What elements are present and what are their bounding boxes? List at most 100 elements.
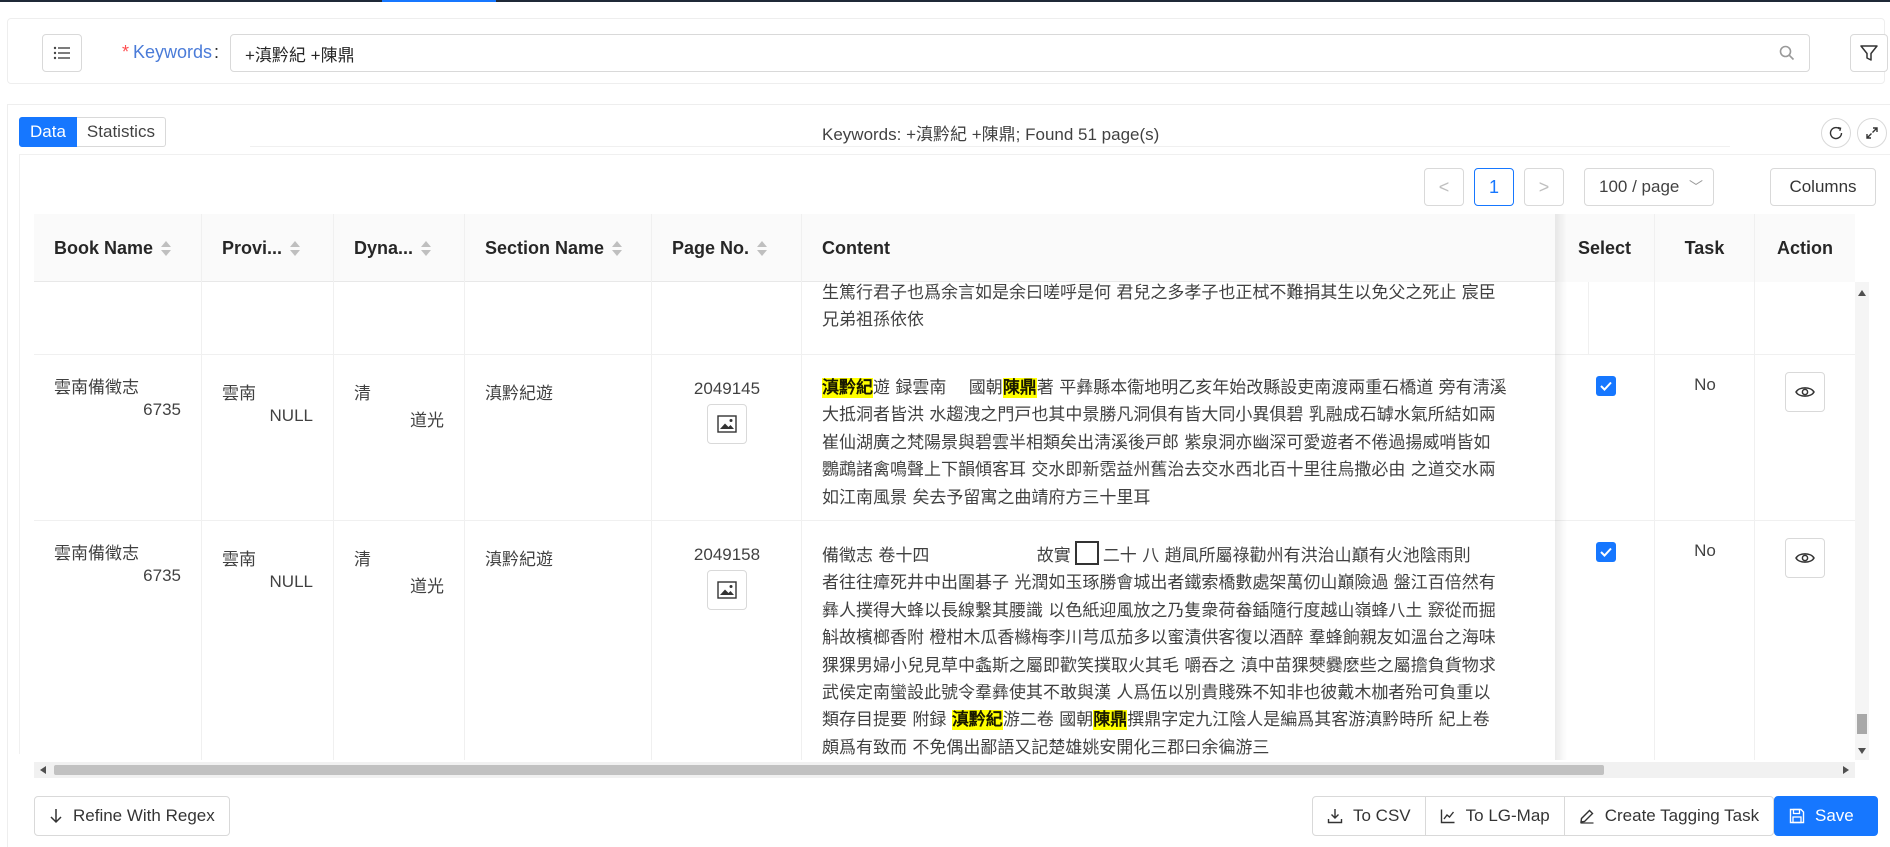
content-line: 備徵志 卷十四 故實 二十 八 趙凬所屬祿勸州有洪治山巔有火池陰雨則 [822, 541, 1582, 570]
content-line: 如江南風景 矣去予留寓之曲靖府方三十里耳 [822, 485, 1582, 512]
fullscreen-button[interactable] [1857, 118, 1887, 148]
content-segment: 武侯定南蠻設此號令羣彝使其不敢與漢 人爲伍以別貴賤殊不知非也彼戴木枷者殆可負重以 [822, 683, 1491, 704]
scroll-right-arrow-icon[interactable] [1843, 766, 1849, 774]
save-label: Save [1815, 806, 1854, 825]
cell-section: 滇黔紀遊 [465, 521, 652, 760]
col-book-name[interactable]: Book Name [34, 214, 202, 282]
col-content-label: Content [822, 238, 890, 258]
reload-button[interactable] [1821, 118, 1851, 148]
horizontal-scroll-thumb[interactable] [54, 765, 1604, 775]
view-button[interactable] [1785, 372, 1825, 412]
to-csv-button[interactable]: To CSV [1312, 796, 1426, 836]
content-segment: 鸚鵡諸禽鳴聲上下韻傾客耳 交水即新霑益州舊治去交水西北百十里往烏撒必由 之道交水… [822, 460, 1496, 481]
content-segment: 備徵志 卷十四 故實 [822, 546, 1071, 566]
content-line: 滇黔紀遊 録雲南 國朝陳鼎著 平彝縣本衞地明乙亥年始改縣設吏南渡兩重石橋道 旁有… [822, 375, 1582, 402]
content-line: 類存目提要 附録 滇黔紀游二卷 國朝陳鼎撰鼎字定九江陰人是編爲其客游滇黔時所 紀… [822, 707, 1582, 734]
refine-regex-button[interactable]: Refine With Regex [34, 796, 230, 836]
col-dynasty[interactable]: Dyna... [334, 214, 465, 282]
sort-icon[interactable] [161, 239, 172, 257]
keywords-label-text: Keywords [133, 42, 213, 62]
view-button[interactable] [1785, 538, 1825, 578]
cell-dynasty: 清 道光 [334, 355, 465, 520]
scroll-left-arrow-icon[interactable] [40, 766, 46, 774]
content-segment: 斛故檳榔香附 橙柑木瓜香櫞梅李川芎瓜茄多以蜜漬供客復以酒醉 羣蜂餉親友如溫台之海… [822, 628, 1496, 649]
col-task: Task [1655, 214, 1755, 282]
sort-icon[interactable] [421, 239, 432, 257]
col-province-label: Provi... [222, 238, 283, 258]
image-icon [717, 581, 737, 599]
eye-icon [1795, 387, 1815, 397]
content-segment: 彝人撲得大蜂以長線繫其腰識 以色紙迎風放之乃隻衆荷畚鍤隨行度越山嶺蜂八土 窾從而… [822, 600, 1496, 621]
col-province[interactable]: Provi... [202, 214, 334, 282]
keywords-input[interactable] [245, 35, 1745, 71]
page-no: 2049158 [693, 545, 761, 564]
reign: 道光 [410, 577, 444, 596]
page-size-select[interactable]: 100 / page ﹀ [1584, 168, 1714, 206]
horizontal-scrollbar[interactable] [34, 762, 1855, 778]
col-page-no-label: Page No. [672, 238, 750, 258]
sort-icon[interactable] [612, 239, 623, 257]
province-sub: NULL [269, 572, 313, 591]
sort-icon[interactable] [757, 239, 768, 257]
chevron-down-icon: ﹀ [1689, 179, 1703, 195]
col-section-name[interactable]: Section Name [465, 214, 652, 282]
keywords-colon: : [214, 42, 220, 62]
view-tabs: Data Statistics [19, 117, 166, 147]
province: 雲南 [222, 384, 256, 403]
vertical-scrollbar[interactable] [1855, 282, 1869, 760]
content-segment: 游二卷 國朝 [1002, 710, 1094, 731]
menu-button[interactable] [42, 34, 82, 72]
filter-button[interactable] [1850, 34, 1888, 72]
select-checkbox[interactable] [1596, 376, 1616, 396]
content-line: 者往往瘴死井中出圍碁子 光潤如玉琢勝會城出者鐵索橋數處架萬仞山巔險過 盤江百倍然… [822, 570, 1582, 597]
book-id: 6735 [143, 400, 181, 419]
scroll-down-arrow-icon[interactable] [1858, 748, 1866, 754]
table-header: Book Name Provi... Dyna... Section Name … [34, 214, 1855, 282]
dynasty: 清 [354, 384, 371, 403]
content-text: 備徵志 卷十四 故實 二十 八 趙凬所屬祿勸州有洪治山巔有火池陰雨則 者往往瘴死井中… [822, 541, 1582, 760]
cell-task: No [1655, 355, 1755, 520]
summary-divider [250, 146, 1730, 147]
content-segment: 頗爲有致而 不免偶出鄙語又記楚雄姚安開化三郡曰余徧游三 [822, 737, 1270, 758]
content-line: 兄弟祖孫依依 [822, 310, 924, 331]
cell-content: 備徵志 卷十四 故實 二十 八 趙凬所屬祿勸州有洪治山巔有火池陰雨則 者往往瘴死井中… [802, 521, 1589, 760]
content-line: 斛故檳榔香附 橙柑木瓜香櫞梅李川芎瓜茄多以蜜漬供客復以酒醉 羣蜂餉親友如溫台之海… [822, 625, 1582, 652]
select-checkbox[interactable] [1596, 542, 1616, 562]
cell-book-name: 雲南備徵志 6735 [34, 355, 202, 520]
content-line: 大抵洞者皆洪 水趨洩之門戸也其中景勝凡洞俱有皆大同小異俱碧 乳融成石罅水氣所結如… [822, 402, 1582, 429]
search-icon[interactable] [1779, 45, 1795, 61]
cell-province [202, 282, 334, 354]
page-image-button[interactable] [707, 404, 747, 444]
prev-page-button[interactable]: < [1424, 168, 1464, 206]
cell-select [1555, 282, 1655, 354]
sort-icon[interactable] [290, 239, 301, 257]
col-select: Select [1555, 214, 1655, 282]
tab-data[interactable]: Data [19, 117, 77, 147]
cell-province: 雲南 NULL [202, 521, 334, 760]
content-line: 鸚鵡諸禽鳴聲上下韻傾客耳 交水即新霑益州舊治去交水西北百十里往烏撒必由 之道交水… [822, 457, 1582, 484]
cell-action [1755, 355, 1855, 520]
table-row: 雲南備徵志 6735 雲南 NULL 清 道光 滇黔紀遊 2049158 備徵志… [34, 521, 1855, 760]
reload-icon [1829, 126, 1843, 140]
columns-button[interactable]: Columns [1770, 168, 1876, 206]
create-tagging-task-button[interactable]: Create Tagging Task [1563, 796, 1775, 836]
keywords-field [230, 34, 1810, 72]
cell-select [1555, 355, 1655, 520]
content-text: 滇黔紀遊 録雲南 國朝陳鼎著 平彝縣本衞地明乙亥年始改縣設吏南渡兩重石橋道 旁有… [822, 375, 1582, 512]
fixed-column-shadow [1555, 214, 1567, 760]
task-status: No [1694, 541, 1716, 560]
scroll-up-arrow-icon[interactable] [1858, 290, 1866, 296]
col-page-no[interactable]: Page No. [652, 214, 802, 282]
arrow-down-icon [50, 809, 62, 824]
col-section-name-label: Section Name [485, 238, 605, 258]
tab-statistics[interactable]: Statistics [76, 117, 166, 147]
to-lgmap-button[interactable]: To LG-Map [1424, 796, 1565, 836]
page-image-button[interactable] [707, 570, 747, 610]
page-1-button[interactable]: 1 [1474, 168, 1514, 206]
book-name: 雲南備徵志 [54, 544, 139, 563]
col-action: Action [1755, 214, 1855, 282]
next-page-button[interactable]: > [1524, 168, 1564, 206]
vertical-scroll-thumb[interactable] [1857, 714, 1867, 734]
content-segment: 如江南風景 矣去予留寓之曲靖府方三十里耳 [822, 487, 1151, 508]
save-button[interactable]: Save [1774, 796, 1878, 836]
